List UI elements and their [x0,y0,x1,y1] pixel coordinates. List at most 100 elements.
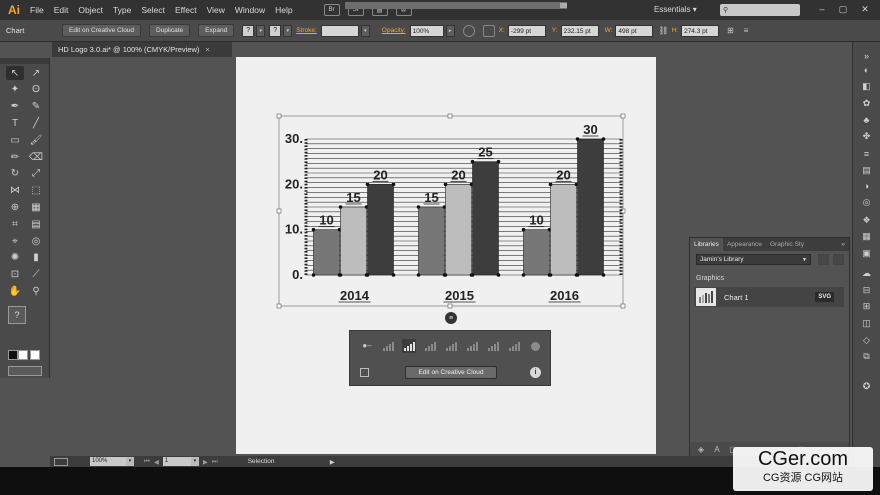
menu-select[interactable]: Select [136,0,170,20]
libraries-icon[interactable]: ☁ [860,267,873,279]
artboard-number-field[interactable]: 1 [162,457,191,466]
type-tool-icon[interactable]: T [6,116,24,130]
search-input[interactable] [730,6,801,14]
edit-on-cc-button[interactable]: Edit on Creative Cloud [62,24,142,37]
lasso-icon[interactable]: ʘ [27,83,45,97]
cc-libraries-icon[interactable]: ✪ [860,380,873,392]
menu-type[interactable]: Type [108,0,136,20]
appearance-icon[interactable]: ◎ [860,196,873,208]
status-menu-icon[interactable]: ▶ [330,458,335,466]
shape-builder-icon[interactable]: ⊕ [6,200,24,214]
gradient-panel-icon[interactable]: ▤ [860,164,873,176]
stroke-panel-icon[interactable]: ≡ [860,148,873,160]
scale-tool-icon[interactable]: ⤢ [27,167,45,181]
fill-stroke-swatch[interactable]: ? [8,306,26,324]
pen-tool-icon[interactable]: ✒ [6,100,24,114]
stroke-dropdown-icon[interactable]: ▾ [283,24,293,37]
graphic-styles-icon[interactable]: ❖ [860,214,873,226]
document-tab[interactable]: HD Logo 3.0.ai* @ 100% (CMYK/Preview) × [52,42,232,57]
close-document-icon[interactable]: × [205,45,209,54]
align-icon[interactable] [482,24,495,37]
eyedropper-icon[interactable]: ⌖ [6,234,24,248]
info-icon[interactable]: i [530,367,541,378]
bar-chart-icon[interactable] [402,339,416,353]
area-bar-icon[interactable] [423,339,437,353]
screen-mode-icon[interactable] [8,366,42,376]
chart-options-icon[interactable]: ≡ [445,312,457,324]
perspective-grid-icon[interactable]: ▦ [27,200,45,214]
color-panel-icon[interactable]: ◐ [860,64,873,76]
height-field[interactable]: 274.3 pt [681,24,720,37]
line-chart-icon[interactable] [486,339,500,353]
minimize-button[interactable]: – [815,2,829,16]
pie-chart-icon[interactable] [528,339,542,353]
opacity-label[interactable]: Opacity: [382,27,406,34]
color-guide-icon[interactable]: ◧ [860,80,873,92]
menu-object[interactable]: Object [73,0,108,20]
control-panel-menu-icon[interactable]: ≡ [744,26,749,35]
area-chart-icon[interactable] [507,339,521,353]
symbols-icon[interactable]: ✤ [860,130,873,142]
zoom-field[interactable]: 100% [90,457,126,466]
menu-effect[interactable]: Effect [170,0,202,20]
menu-window[interactable]: Window [230,0,270,20]
artboard-tool-icon[interactable]: ⊡ [6,268,24,282]
menu-view[interactable]: View [202,0,230,20]
paintbrush-icon[interactable]: 🖌 [27,133,45,147]
swatches-icon[interactable]: ✿ [860,97,873,109]
transparency-icon[interactable]: ◑ [860,180,873,192]
column-graph-icon[interactable]: ▮ [27,251,45,265]
artboard-panel-icon[interactable]: ⧉ [860,350,873,362]
x-position-field[interactable]: -299 pt [507,24,546,37]
menu-edit[interactable]: Edit [49,0,74,20]
menu-help[interactable]: Help [270,0,297,20]
gradient-tool-icon[interactable]: ▤ [27,217,45,231]
symbol-sprayer-icon[interactable]: ✺ [6,251,24,265]
expand-button[interactable]: Expand [198,24,235,37]
rotate-tool-icon[interactable]: ↻ [6,167,24,181]
grid-view-icon[interactable] [818,254,829,265]
recolor-icon[interactable] [462,24,475,37]
opacity-dropdown-icon[interactable]: ▸ [445,24,455,37]
tools-panel-header[interactable] [0,58,49,64]
line-segment-icon[interactable]: ╱ [27,116,45,130]
last-artboard-icon[interactable]: ⏭ [212,458,218,466]
transform-icon[interactable]: ⊞ [727,26,734,35]
artboards-icon[interactable]: ▣ [860,247,873,259]
close-button[interactable]: ✕ [858,2,872,16]
eraser-icon[interactable]: ⌫ [27,150,45,164]
transform-panel-icon[interactable]: ⊞ [860,300,873,312]
selection-tool-icon[interactable]: ↖ [6,66,24,80]
artboard-dropdown-icon[interactable]: ▾ [190,457,199,466]
maximize-button[interactable]: ▢ [836,2,850,16]
workspace-switcher[interactable]: Essentials ▾ [654,0,697,20]
document-status-icon[interactable] [54,457,68,466]
first-artboard-icon[interactable]: ⏮ [144,458,150,466]
layers-icon[interactable]: ▦ [860,230,873,242]
previous-artboard-icon[interactable]: ◀ [154,458,159,466]
width-field[interactable]: 498 pt [615,24,654,37]
bar-chart[interactable]: 0. 10. 20. 30. 10 15 20 2014 15 20 25 2015 10 20 30 201… [236,57,656,327]
library-item[interactable]: Chart 1 SVG [694,287,844,307]
add-character-style-icon[interactable]: A [712,444,722,454]
zoom-dropdown-icon[interactable]: ▾ [126,457,134,466]
brushes-icon[interactable]: ♣ [860,114,873,126]
more-tabs-icon[interactable]: » [841,241,849,248]
tab-appearance[interactable]: Appearance [723,238,766,251]
fill-swatch[interactable]: ? [242,24,255,37]
curvature-tool-icon[interactable]: ✎ [27,100,45,114]
opacity-field[interactable]: 100% [409,24,444,37]
place-icon[interactable] [360,368,369,377]
horizontal-scrollbar[interactable] [345,2,567,9]
align-panel-icon[interactable]: ⊟ [860,284,873,296]
horizontal-bar-icon[interactable] [465,339,479,353]
menu-file[interactable]: File [25,0,49,20]
pin-icon[interactable]: ●‒ [360,339,374,353]
mesh-tool-icon[interactable]: ⌗ [6,217,24,231]
bridge-icon[interactable]: Br [323,4,340,16]
pencil-tool-icon[interactable]: ✏ [6,150,24,164]
direct-selection-tool-icon[interactable]: ↗ [27,66,45,80]
scrollbar-thumb[interactable] [560,3,567,8]
draw-mode-icon[interactable] [8,350,18,360]
stroke-weight-dropdown-icon[interactable]: ▾ [360,24,370,37]
